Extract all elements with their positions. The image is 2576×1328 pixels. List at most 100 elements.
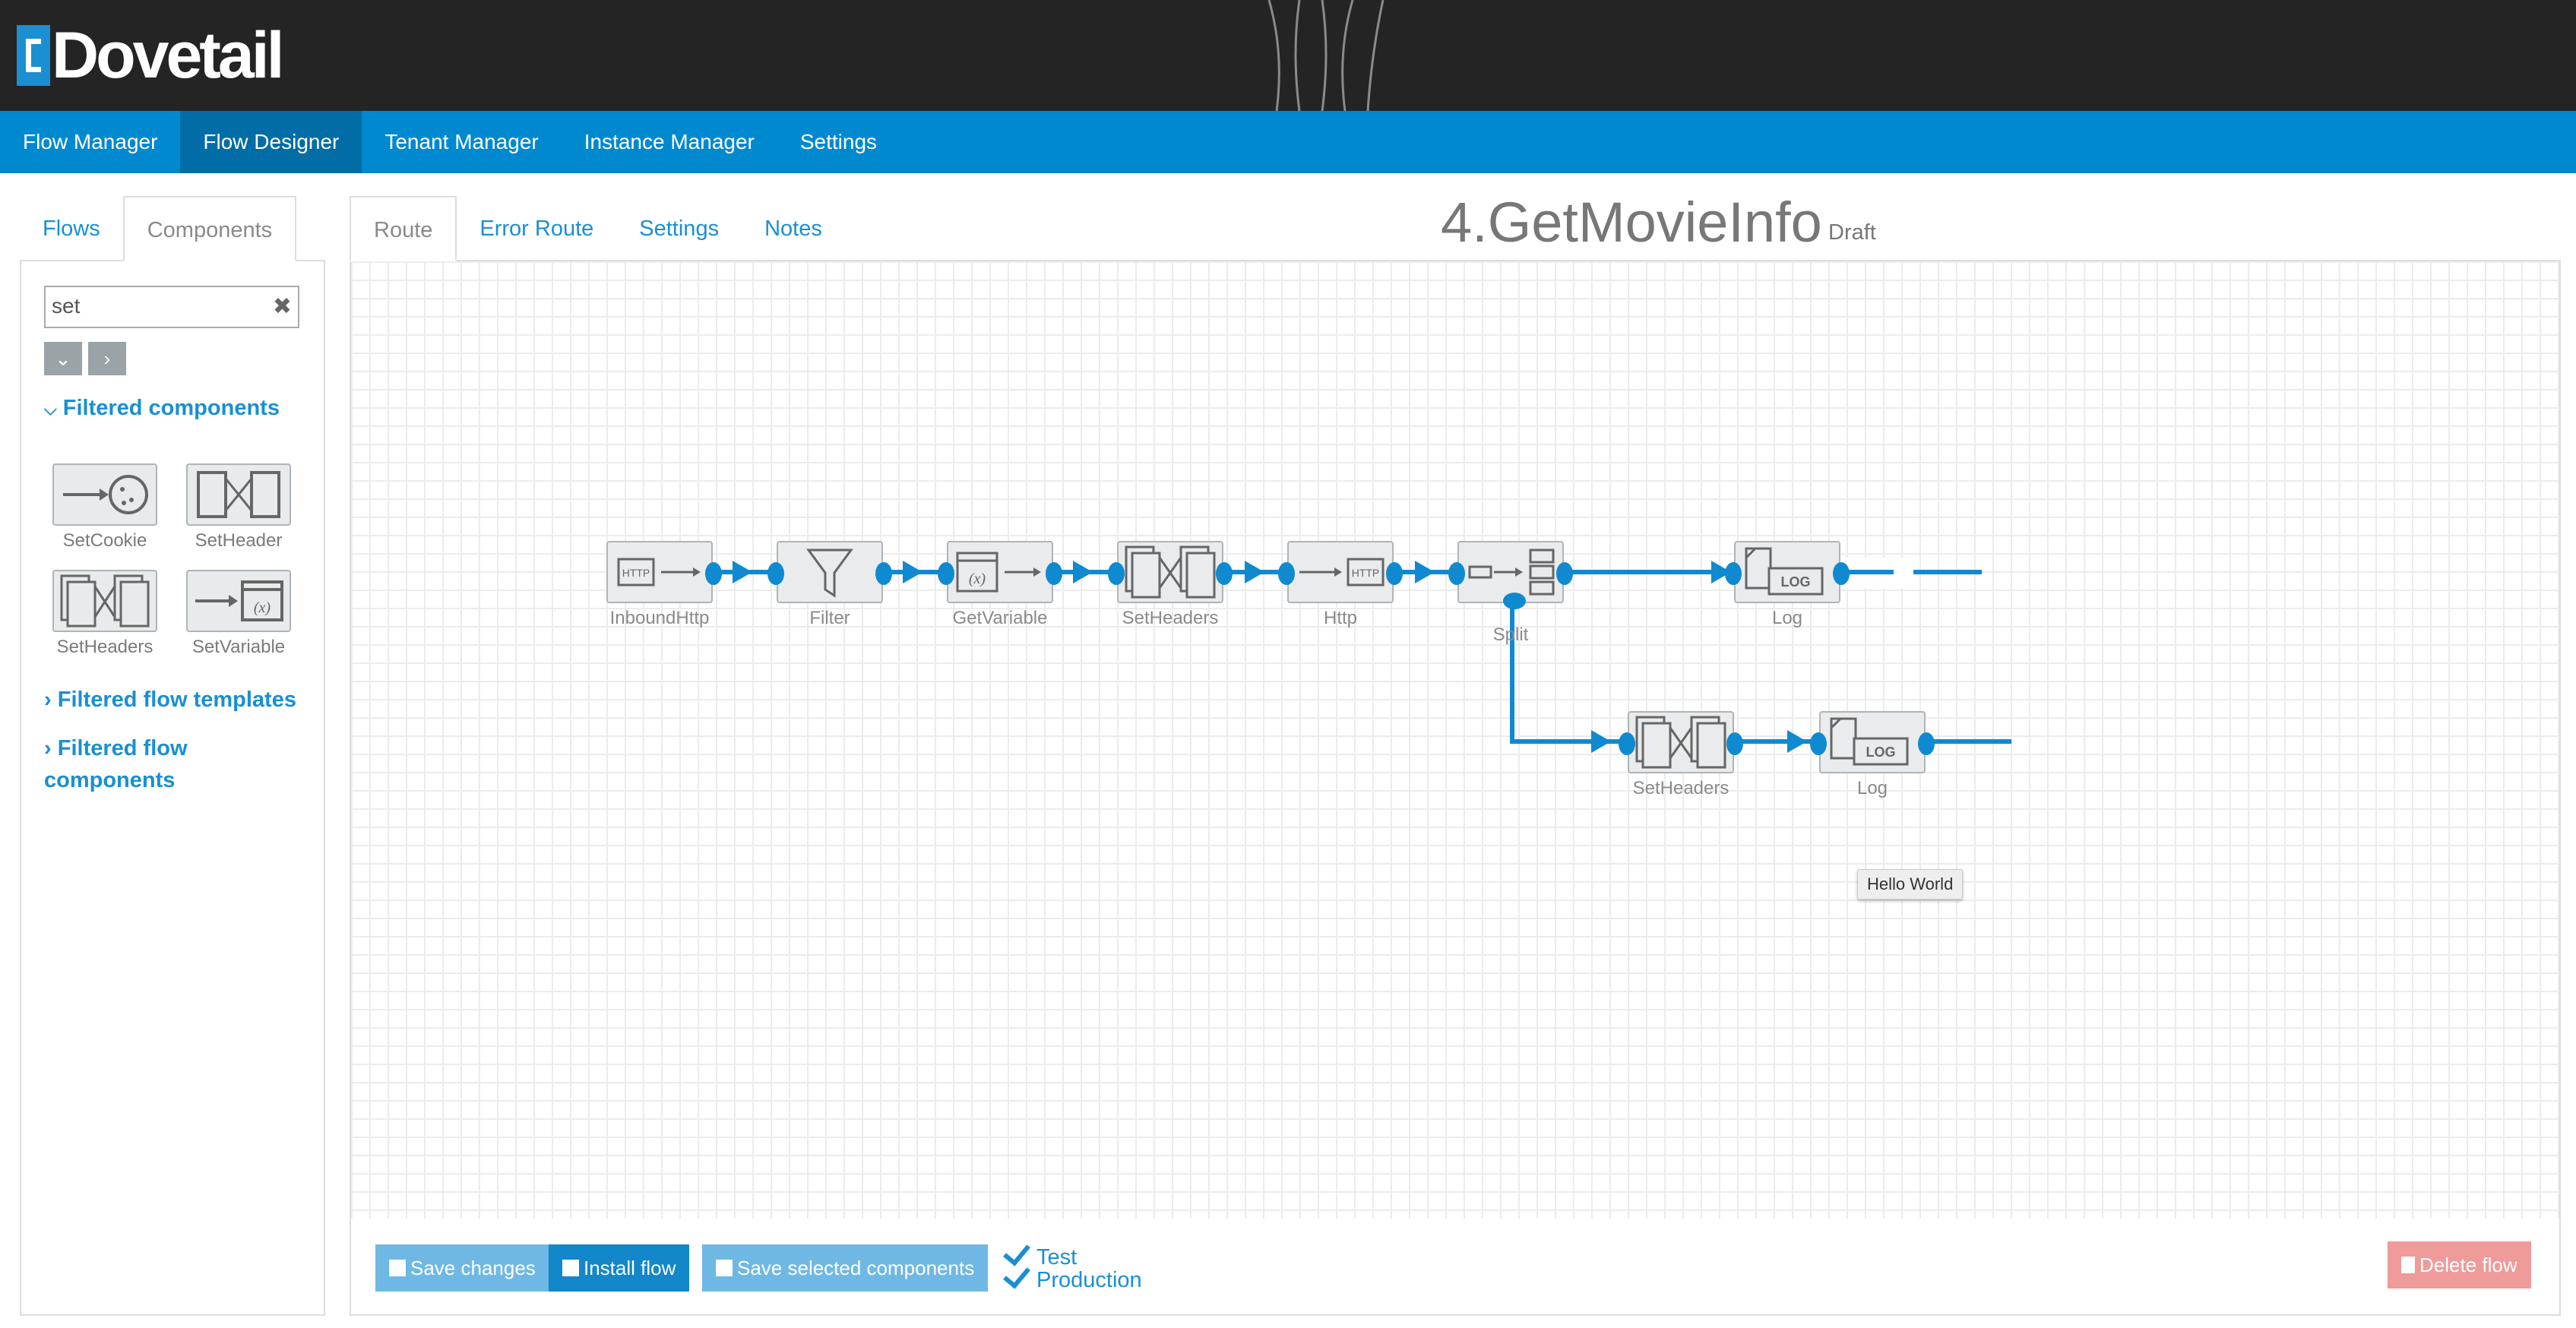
env-label: Production	[1036, 1268, 1142, 1292]
log-icon: LOG	[1725, 541, 1850, 603]
output-port[interactable]	[1833, 562, 1850, 585]
section-filtered-flow-templates[interactable]: › Filtered flow templates	[44, 684, 296, 716]
svg-text:LOG: LOG	[1781, 574, 1811, 590]
svg-text:HTTP: HTTP	[622, 567, 650, 579]
node-label: SetHeaders	[1122, 608, 1219, 628]
node-filter[interactable]: Filter	[767, 541, 892, 629]
input-port[interactable]	[767, 562, 784, 585]
arrow-icon	[1245, 561, 1264, 583]
flow-canvas[interactable]: HTTP InboundHttp Filter (x) GetVariable …	[350, 260, 2561, 1220]
node-label: Filter	[809, 608, 850, 628]
tab-flows[interactable]: Flows	[20, 196, 123, 261]
section-filtered-flow-components[interactable]: › Filtered flow components	[44, 732, 188, 796]
main-nav: Flow Manager Flow Designer Tenant Manage…	[0, 111, 2576, 173]
designer-footer: Save changes Install flow Save selected …	[350, 1219, 2561, 1316]
node-tooltip: Hello World	[1857, 869, 1964, 900]
set-headers-icon	[52, 570, 157, 632]
set-headers-icon	[1619, 711, 1743, 773]
tab-route[interactable]: Route	[350, 196, 457, 261]
component-set-cookie[interactable]: SetCookie	[52, 463, 158, 552]
output-port[interactable]	[875, 562, 892, 585]
component-label: SetCookie	[62, 530, 147, 551]
output-port-bottom[interactable]	[1503, 593, 1526, 609]
node-label: Split	[1492, 624, 1529, 645]
component-search-box: ✖	[44, 286, 299, 328]
output-port[interactable]	[1046, 562, 1062, 585]
node-label: InboundHttp	[609, 608, 710, 628]
save-selected-components-button[interactable]: Save selected components	[702, 1244, 989, 1292]
arrow-icon	[733, 561, 752, 583]
component-set-variable[interactable]: (x) SetVariable	[185, 570, 292, 658]
http-icon: HTTP	[1278, 541, 1403, 603]
node-set-headers[interactable]: SetHeaders	[1108, 541, 1233, 629]
button-label: Install flow	[584, 1257, 676, 1279]
checkmark-icon	[1003, 1260, 1030, 1289]
node-get-variable[interactable]: (x) GetVariable	[938, 541, 1062, 629]
dovetail-logo[interactable]: Dovetail	[17, 19, 285, 92]
tab-components[interactable]: Components	[122, 196, 297, 261]
inbound-http-icon: HTTP	[606, 541, 722, 603]
output-port[interactable]	[1556, 562, 1573, 585]
node-inbound-http[interactable]: HTTP InboundHttp	[606, 541, 722, 629]
button-label: Delete flow	[2419, 1254, 2517, 1276]
output-port[interactable]	[1918, 732, 1935, 755]
input-port[interactable]	[938, 562, 954, 585]
node-set-headers-branch[interactable]: SetHeaders	[1619, 711, 1743, 799]
nav-instance-manager[interactable]: Instance Manager	[562, 111, 777, 173]
tab-settings[interactable]: Settings	[616, 196, 742, 261]
nav-flow-manager[interactable]: Flow Manager	[0, 111, 180, 173]
tab-error-route[interactable]: Error Route	[457, 196, 616, 261]
output-port[interactable]	[1216, 562, 1233, 585]
arrow-icon	[1073, 561, 1093, 583]
set-headers-icon	[1108, 541, 1233, 603]
section-label-continued: components	[44, 768, 176, 792]
expand-all-button[interactable]: ⌄	[44, 342, 82, 375]
arrow-icon	[1415, 561, 1435, 583]
node-split[interactable]: Split	[1448, 541, 1573, 646]
input-port[interactable]	[1108, 562, 1125, 585]
arrow-icon	[1591, 730, 1611, 753]
chevron-right-icon: ›	[44, 736, 52, 760]
route-tabs: Route Error Route Settings Notes	[350, 196, 845, 261]
input-port[interactable]	[1278, 562, 1295, 585]
component-set-header[interactable]: SetHeader	[185, 463, 292, 552]
logo-text: Dovetail	[52, 19, 285, 92]
split-icon	[1448, 541, 1573, 609]
output-port[interactable]	[1726, 732, 1743, 755]
button-label: Save selected components	[737, 1257, 975, 1279]
flow-status: Draft	[1828, 220, 1876, 245]
output-port[interactable]	[1386, 562, 1403, 585]
nav-tenant-manager[interactable]: Tenant Manager	[362, 111, 561, 173]
input-port[interactable]	[1619, 732, 1635, 755]
delete-flow-button[interactable]: Delete flow	[2388, 1241, 2531, 1288]
component-set-headers[interactable]: SetHeaders	[52, 570, 158, 658]
chevron-down-icon: ⌵	[44, 400, 57, 419]
collapse-all-button[interactable]: ›	[88, 342, 126, 375]
node-label: Log	[1856, 778, 1888, 798]
arrow-icon	[1787, 730, 1807, 753]
components-panel: ✖ ⌄ › ⌵ Filtered components SetCookie	[20, 260, 325, 1316]
tab-notes[interactable]: Notes	[742, 196, 845, 261]
left-panel-tabs: Flows Components	[20, 196, 297, 261]
node-label: Log	[1771, 608, 1803, 628]
node-http[interactable]: HTTP Http	[1278, 541, 1403, 629]
node-log-branch[interactable]: LOG Log	[1810, 711, 1935, 799]
node-log[interactable]: LOG Log	[1725, 541, 1850, 629]
input-port[interactable]	[1725, 562, 1742, 585]
install-flow-button[interactable]: Install flow	[549, 1244, 690, 1292]
logo-mark-icon	[17, 25, 50, 86]
nav-settings[interactable]: Settings	[777, 111, 900, 173]
env-production-toggle[interactable]: Production	[1003, 1260, 1142, 1293]
section-filtered-components[interactable]: ⌵ Filtered components	[44, 392, 280, 425]
set-cookie-icon	[52, 463, 157, 526]
output-port[interactable]	[705, 562, 722, 585]
component-search-input[interactable]	[46, 287, 263, 325]
node-label: Http	[1323, 608, 1357, 628]
input-port[interactable]	[1448, 562, 1465, 585]
node-label: SetHeaders	[1632, 778, 1729, 798]
save-changes-button[interactable]: Save changes	[375, 1244, 549, 1292]
nav-flow-designer[interactable]: Flow Designer	[180, 111, 362, 173]
clear-search-icon[interactable]: ✖	[273, 293, 292, 320]
input-port[interactable]	[1810, 732, 1827, 755]
button-label: Save changes	[410, 1257, 536, 1279]
